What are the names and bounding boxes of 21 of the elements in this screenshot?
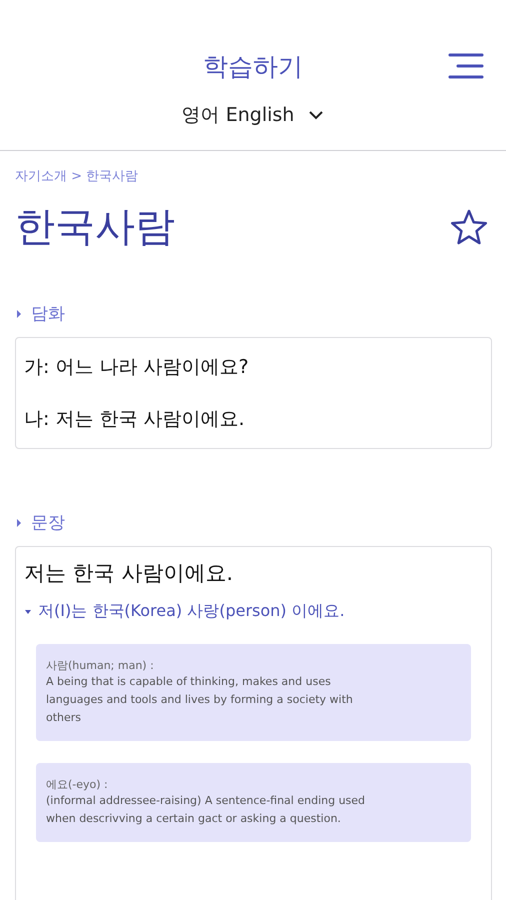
page-title: 학습하기 [203, 51, 303, 83]
definition-text: A being that is capable of thinking, makes and uses languages and tools and lives by forming a society with others [46, 674, 354, 726]
definition-text: (informal addressee-raising) A sentence-final ending used when descrivving a certain gact or asking a question. [46, 793, 366, 827]
definition-term: 에요(-eyo) : [46, 777, 109, 792]
caret-right-icon [15, 518, 23, 528]
chevron-down-icon [308, 110, 324, 120]
section-heading: 문장 [31, 512, 65, 534]
definition-term: 사람(human; man) : [46, 658, 155, 673]
language-dropdown[interactable]: 영어 English [178, 98, 328, 132]
dialogue-line: 가: 어느 나라 사람이에요? [24, 355, 250, 380]
menu-icon [448, 52, 484, 80]
breakdown-toggle[interactable]: 저(I)는 한국(Korea) 사랑(person) 이에요. [24, 601, 345, 622]
breadcrumb[interactable]: 자기소개 > 한국사람 [15, 167, 138, 185]
section-heading: 담화 [31, 303, 65, 325]
menu-button[interactable] [448, 52, 484, 80]
caret-right-icon [15, 308, 23, 318]
star-icon [450, 208, 488, 244]
favorite-button[interactable] [450, 208, 488, 244]
lesson-title: 한국사람 [15, 203, 175, 252]
dialogue-line: 나: 저는 한국 사람이에요. [24, 407, 246, 432]
sentence-text: 저는 한국 사람이에요. [24, 560, 234, 587]
